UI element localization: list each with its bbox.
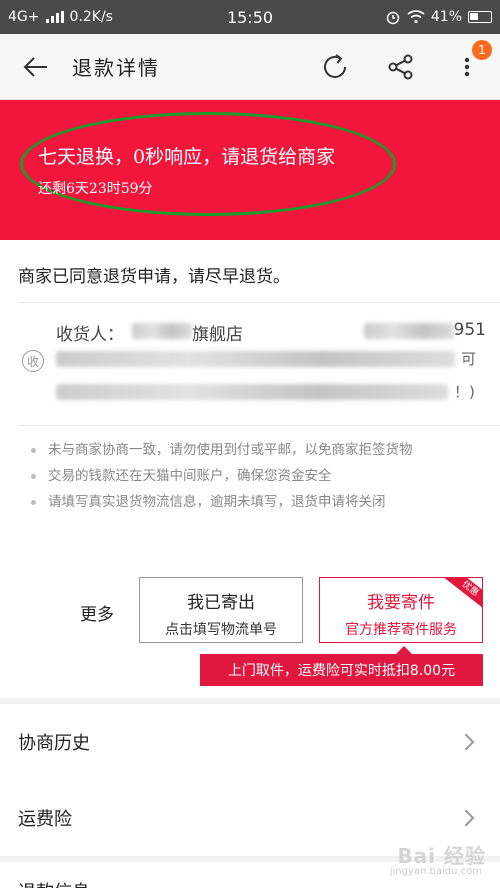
shipped-button[interactable]: 我已寄出 点击填写物流单号 [139, 577, 303, 643]
status-left: 4G+ 0.2K/s [8, 9, 178, 25]
chevron-right-icon [457, 809, 475, 827]
phone-suffix: 951 [453, 320, 486, 340]
battery-icon [468, 11, 492, 23]
notification-badge: 1 [472, 39, 492, 60]
receiver-store-suffix: 旗舰店 [192, 325, 243, 345]
tip-item: 请填写真实退货物流信息，逾期未填写，退货申请将关闭 [18, 490, 488, 514]
page-title: 退款详情 [72, 56, 160, 80]
shipped-button-label: 我已寄出 [187, 593, 255, 613]
refund-info-label: 退款信息 [18, 878, 482, 888]
share-icon [388, 54, 413, 79]
negotiation-history-row[interactable]: 协商历史 [0, 704, 500, 780]
banner-title: 七天退换，0秒响应，请退货给商家 [38, 146, 336, 168]
more-button[interactable]: 更多 [80, 600, 114, 625]
watermark-logo: Bai 经验 [397, 844, 486, 868]
nav-bar: 退款详情 1 [0, 34, 500, 100]
status-time: 15:50 [226, 7, 274, 27]
receiver-name-blurred [132, 323, 192, 339]
phone-blurred [363, 323, 454, 339]
merchant-agree-text: 商家已同意退货申请，请尽早退货。 [18, 267, 290, 287]
network-speed: 0.2K/s [69, 9, 113, 25]
address-line-blurred [56, 350, 455, 367]
refresh-button[interactable] [302, 34, 368, 100]
receiver-label: 收货人： [56, 325, 124, 345]
signal-icon [45, 11, 64, 23]
shipped-button-sublabel: 点击填写物流单号 [165, 622, 277, 638]
receiver-row: 收货人： 旗舰店 951 [56, 320, 486, 345]
watermark-url: jingyan.baidu.com [389, 866, 482, 877]
address-line-blurred [56, 383, 448, 400]
back-button[interactable] [0, 34, 72, 100]
pickup-button-label: 我要寄件 [367, 593, 435, 613]
pickup-button-sublabel: 官方推荐寄件服务 [345, 622, 457, 638]
alarm-icon [386, 11, 400, 25]
refresh-icon [324, 53, 346, 78]
return-info-card: 商家已同意退货申请，请尽早退货。 收货人： 旗舰店 951 收 可 ！) 未与商… [0, 240, 500, 698]
address-paren: ！) [454, 383, 475, 401]
address-end: 可 [460, 350, 476, 368]
shipping-insurance-label: 运费险 [18, 809, 72, 830]
tips-list: 未与商家协商一致，请勿使用到付或平邮，以免商家拒签货物 交易的钱款还在天猫中间账… [18, 438, 488, 516]
pickup-service-button[interactable]: 优惠 我要寄件 官方推荐寄件服务 [319, 577, 483, 643]
status-right: 41% [322, 9, 492, 25]
negotiation-history-label: 协商历史 [18, 733, 90, 754]
pickup-tooltip: 上门取件，运费险可实时抵扣8.00元 [200, 646, 483, 686]
divider [18, 425, 500, 426]
address-icon: 收 [22, 350, 44, 372]
status-bar: 4G+ 0.2K/s 15:50 41% [0, 0, 500, 34]
back-arrow-icon [23, 56, 47, 77]
countdown-text: 还剩6天23时59分 [38, 181, 153, 197]
share-button[interactable] [368, 34, 434, 100]
divider [18, 302, 500, 303]
tip-item: 未与商家协商一致，请勿使用到付或平邮，以免商家拒签货物 [18, 438, 488, 462]
tip-item: 交易的钱款还在天猫中间账户，确保您资金安全 [18, 464, 488, 488]
chevron-right-icon [457, 733, 475, 751]
more-menu-button[interactable]: 1 [434, 34, 500, 100]
wifi-icon [407, 10, 425, 24]
address-lines: 可 ！) [56, 348, 476, 402]
refund-banner: 七天退换，0秒响应，请退货给商家 还剩6天23时59分 [0, 100, 500, 240]
battery-level: 41% [430, 9, 462, 25]
network-type: 4G+ [8, 9, 40, 25]
more-vertical-icon [464, 57, 470, 76]
